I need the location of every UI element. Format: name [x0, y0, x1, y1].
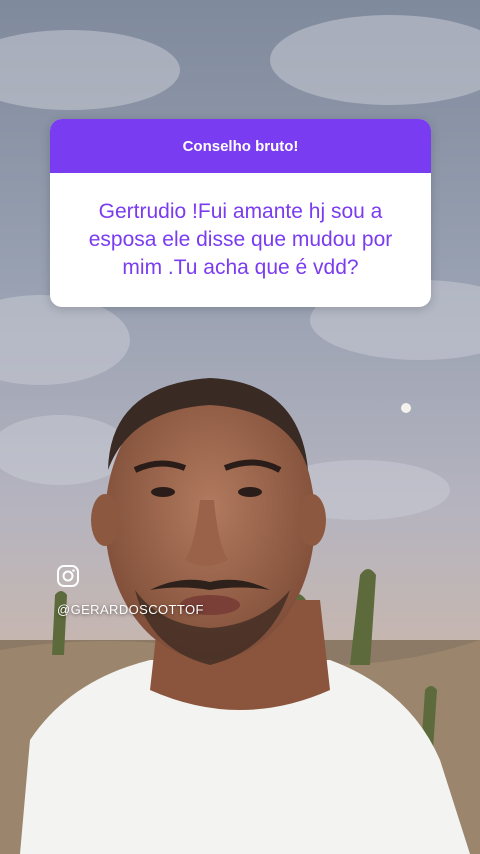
instagram-icon[interactable]: [56, 564, 80, 588]
instagram-handle[interactable]: @GERARDOSCOTTOF: [57, 602, 204, 617]
moon: [401, 403, 411, 413]
question-text: Gertrudio !Fui amante hj sou a esposa el…: [88, 200, 393, 279]
question-sticker[interactable]: Conselho bruto! Gertrudio !Fui amante hj…: [50, 119, 431, 307]
question-sticker-header: Conselho bruto!: [50, 119, 431, 173]
